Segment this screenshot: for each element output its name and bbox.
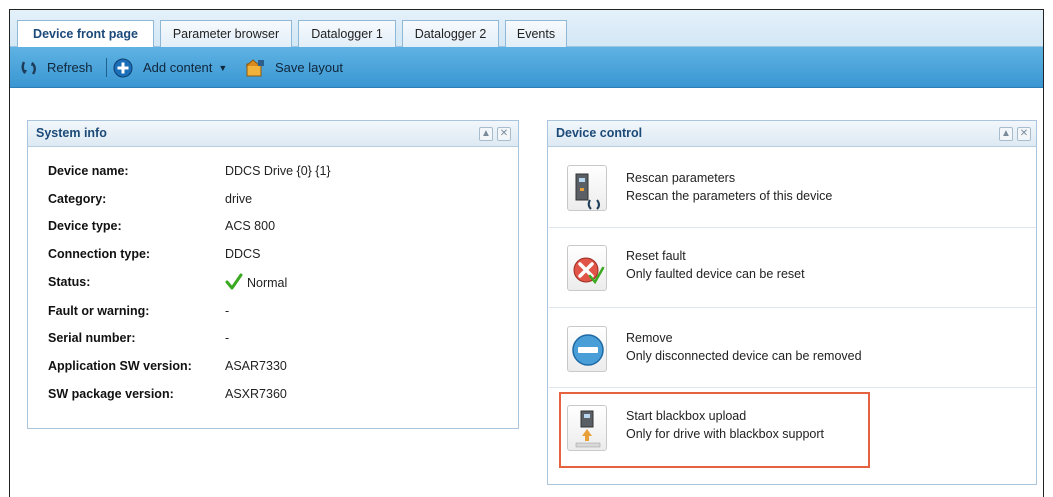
save-layout-label: Save layout: [275, 60, 343, 75]
info-value: -: [225, 304, 230, 318]
remove-item[interactable]: Remove Only disconnected device can be r…: [549, 309, 1036, 388]
tab-device-front-page[interactable]: Device front page: [17, 20, 154, 48]
status-value: Normal: [225, 273, 288, 291]
tab-datalogger-2[interactable]: Datalogger 2: [402, 20, 499, 47]
info-value: DDCS: [225, 247, 261, 261]
reset-fault-desc: Only faulted device can be reset: [626, 267, 805, 281]
device-control-header: Device control ▲ ✕: [548, 121, 1036, 147]
plus-circle-icon: [113, 58, 133, 78]
app-frame: Device front page Parameter browser Data…: [9, 9, 1044, 497]
start-blackbox-upload-title: Start blackbox upload: [626, 409, 747, 423]
chevron-down-icon: ▼: [218, 62, 228, 73]
toolbar: Refresh Add content ▼ Save layout: [10, 47, 1043, 88]
reset-fault-icon: [567, 245, 607, 291]
reset-fault-title: Reset fault: [626, 249, 686, 263]
info-value: DDCS Drive {0} {1}: [225, 164, 331, 178]
close-icon[interactable]: ✕: [497, 127, 511, 141]
blackbox-upload-icon: [567, 405, 607, 451]
rescan-parameters-desc: Rescan the parameters of this device: [626, 189, 833, 203]
device-control-title: Device control: [556, 126, 643, 140]
tab-bar: Device front page Parameter browser Data…: [10, 10, 1043, 48]
info-label: Status:: [48, 275, 91, 289]
rescan-parameters-item[interactable]: Rescan parameters Rescan the parameters …: [549, 149, 1036, 228]
tab-events[interactable]: Events: [505, 20, 567, 47]
remove-title: Remove: [626, 331, 673, 345]
device-control-panel: Device control ▲ ✕ Rescan parameters Res…: [547, 120, 1037, 485]
info-label: Application SW version:: [48, 359, 192, 373]
refresh-label: Refresh: [47, 60, 93, 75]
info-label: Fault or warning:: [48, 304, 150, 318]
collapse-icon[interactable]: ▲: [479, 127, 493, 141]
save-layout-icon: [244, 58, 266, 78]
info-value: ACS 800: [225, 219, 276, 233]
tab-datalogger-1[interactable]: Datalogger 1: [298, 20, 396, 47]
tab-parameter-browser[interactable]: Parameter browser: [160, 20, 292, 47]
info-value: -: [225, 331, 230, 345]
remove-desc: Only disconnected device can be removed: [626, 349, 862, 363]
reset-fault-item[interactable]: Reset fault Only faulted device can be r…: [549, 229, 1036, 308]
info-value: drive: [225, 192, 253, 206]
status-text: Normal: [247, 276, 288, 290]
info-value: ASXR7360: [225, 387, 287, 401]
info-label: Connection type:: [48, 247, 151, 261]
save-layout-button[interactable]: Save layout: [244, 47, 343, 88]
refresh-icon: [19, 58, 39, 78]
info-label: Device name:: [48, 164, 129, 178]
system-info-header: System info ▲ ✕: [28, 121, 518, 147]
collapse-icon[interactable]: ▲: [999, 127, 1013, 141]
add-content-button[interactable]: Add content ▼: [113, 47, 227, 88]
toolbar-divider: [106, 58, 107, 77]
info-label: SW package version:: [48, 387, 174, 401]
system-info-panel: System info ▲ ✕ Device name: DDCS Drive …: [27, 120, 519, 429]
start-blackbox-upload-item[interactable]: Start blackbox upload Only for drive wit…: [549, 389, 1036, 468]
rescan-parameters-title: Rescan parameters: [626, 171, 736, 185]
refresh-button[interactable]: Refresh: [19, 47, 93, 88]
start-blackbox-upload-desc: Only for drive with blackbox support: [626, 427, 825, 441]
close-icon[interactable]: ✕: [1017, 127, 1031, 141]
info-label: Serial number:: [48, 331, 136, 345]
rescan-icon: [567, 165, 607, 211]
remove-icon: [567, 326, 607, 372]
info-label: Device type:: [48, 219, 122, 233]
system-info-title: System info: [36, 126, 107, 140]
info-label: Category:: [48, 192, 107, 206]
add-content-label: Add content: [143, 60, 213, 75]
checkmark-icon: [225, 273, 243, 291]
info-value: ASAR7330: [225, 359, 287, 373]
